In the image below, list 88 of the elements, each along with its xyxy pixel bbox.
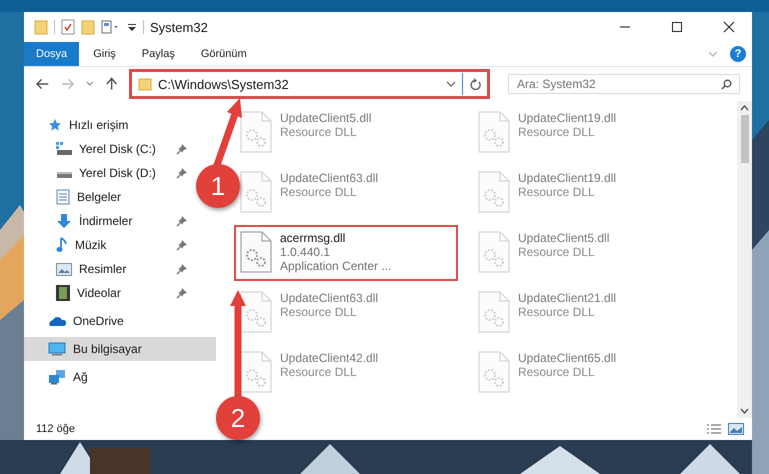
pin-icon[interactable] (176, 287, 188, 299)
sidebar-label: Yerel Disk (D:) (79, 166, 156, 180)
ribbon-tab[interactable]: Dosya (24, 42, 80, 66)
file-detail: Resource DLL (518, 125, 596, 139)
sidebar-label: Yerel Disk (C:) (79, 142, 156, 156)
folder-icon (138, 77, 152, 91)
file-name[interactable]: UpdateClient63.dll (280, 291, 378, 305)
file-detail: Resource DLL (280, 185, 358, 199)
file-name[interactable]: UpdateClient42.dll (280, 351, 378, 365)
file-detail: Resource DLL (280, 125, 358, 139)
file-detail: Resource DLL (518, 365, 596, 379)
sidebar-label: OneDrive (73, 314, 124, 328)
tiles-view-icon[interactable] (728, 423, 744, 435)
dropdown-icon[interactable] (127, 22, 137, 32)
pin-icon[interactable] (176, 215, 188, 227)
file-name[interactable]: UpdateClient19.dll (518, 111, 616, 125)
file-name[interactable]: UpdateClient5.dll (280, 111, 372, 125)
music-note-icon (56, 237, 68, 253)
properties-icon[interactable] (101, 20, 121, 34)
close-icon[interactable] (723, 21, 735, 33)
sidebar-label: Hızlı erişim (69, 118, 128, 132)
pin-icon[interactable] (176, 263, 188, 275)
search-icon[interactable] (721, 79, 732, 90)
monitor-icon (48, 342, 66, 356)
scroll-down-icon[interactable] (740, 408, 749, 414)
network-icon (48, 369, 66, 385)
document-icon (56, 189, 70, 205)
address-path: C:\Windows\System32 (158, 76, 290, 92)
pin-icon[interactable] (176, 167, 188, 179)
download-icon (56, 213, 72, 229)
sidebar-item[interactable]: İndirmeler (24, 209, 194, 233)
file-name[interactable]: UpdateClient63.dll (280, 171, 378, 185)
details-view-icon[interactable] (706, 423, 722, 435)
file-detail: Resource DLL (518, 245, 596, 259)
chevron-icon[interactable] (86, 81, 94, 87)
scroll-up-icon[interactable] (740, 105, 749, 111)
file-detail: Resource DLL (280, 365, 358, 379)
ribbon-tab[interactable]: Paylaş (130, 42, 187, 66)
scrollbar[interactable] (737, 101, 752, 418)
gear-file-icon[interactable] (240, 231, 272, 273)
file-detail: Resource DLL (518, 305, 596, 319)
file-name[interactable]: UpdateClient5.dll (518, 231, 610, 245)
ribbon-tab[interactable]: Giriş (81, 42, 128, 66)
sidebar-label: Resimler (79, 262, 126, 276)
drive-icon (56, 142, 72, 156)
file-detail: 1.0.440.1 (280, 245, 332, 259)
file-detail: Resource DLL (518, 185, 596, 199)
item-count: 112 öğe (36, 423, 75, 435)
sidebar-item[interactable]: Hızlı erişim (24, 113, 194, 137)
file-detail: Resource DLL (280, 305, 358, 319)
address-field[interactable]: C:\Windows\System32 (132, 73, 463, 95)
sidebar-label: Ağ (73, 370, 88, 384)
sidebar-item[interactable]: OneDrive (24, 309, 194, 333)
file-name[interactable]: UpdateClient21.dll (518, 291, 616, 305)
file-name[interactable]: UpdateClient65.dll (518, 351, 616, 365)
sidebar-item[interactable]: Videolar (24, 281, 194, 305)
pin-icon[interactable] (176, 143, 188, 155)
ribbon-tab[interactable]: Görünüm (188, 42, 259, 66)
image-icon (56, 262, 72, 276)
star-icon (48, 118, 62, 132)
back-icon[interactable] (36, 78, 50, 90)
maximize-icon[interactable] (671, 21, 683, 33)
sidebar-label: Müzik (75, 238, 106, 252)
file-name[interactable]: UpdateClient19.dll (518, 171, 616, 185)
sidebar-item[interactable]: Bu bilgisayar (24, 337, 216, 361)
checklist-icon[interactable] (61, 19, 75, 35)
file-name[interactable]: acerrmsg.dll (280, 231, 392, 245)
film-icon (56, 285, 70, 301)
cloud-icon (48, 315, 66, 327)
pin-icon[interactable] (176, 239, 188, 251)
sidebar-item[interactable]: Müzik (24, 233, 194, 257)
chevron-icon[interactable] (446, 81, 456, 87)
window-title: System32 (150, 20, 208, 34)
scroll-thumb[interactable] (740, 115, 748, 163)
sidebar-item[interactable]: Resimler (24, 257, 194, 281)
sidebar-label: Belgeler (77, 190, 122, 204)
sidebar-item[interactable]: Ağ (24, 365, 194, 389)
sidebar-item[interactable]: Belgeler (24, 185, 194, 209)
file-detail: Application Center ... (280, 259, 392, 273)
up-icon[interactable] (106, 77, 117, 91)
search-field[interactable]: Ara: System32 (508, 74, 740, 94)
refresh-icon[interactable] (469, 78, 481, 90)
sidebar-label: Bu bilgisayar (73, 342, 142, 356)
sidebar-label: Videolar (77, 286, 121, 300)
sidebar-label: İndirmeler (79, 214, 132, 228)
help-button[interactable]: ? (730, 46, 746, 62)
sidebar-item[interactable]: Yerel Disk (D:) (24, 161, 194, 185)
sidebar-item[interactable]: Yerel Disk (C:) (24, 137, 194, 161)
